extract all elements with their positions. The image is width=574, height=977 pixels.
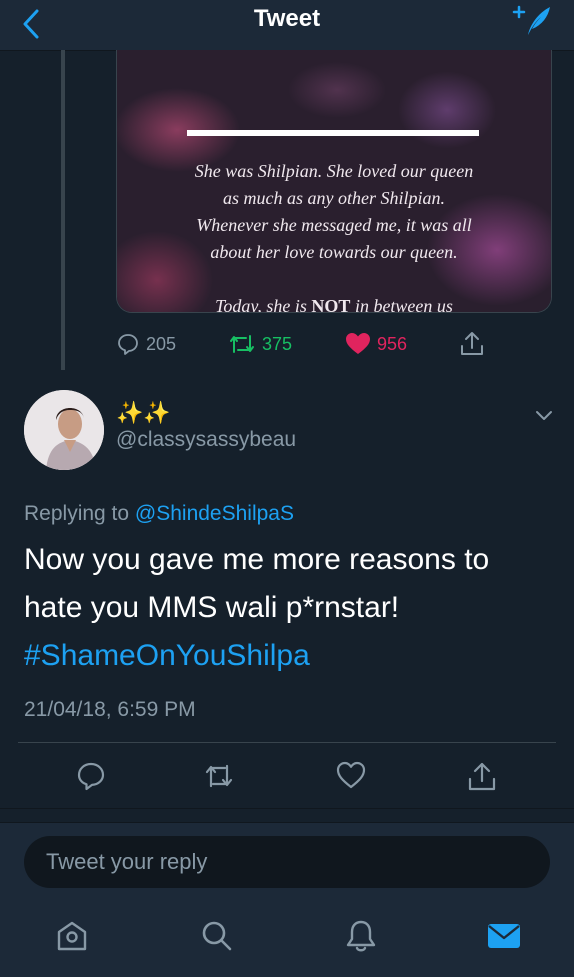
- image-tail-suffix: in between us: [350, 296, 453, 313]
- image-text-line: Whenever she messaged me, it was all: [196, 215, 472, 235]
- image-text-line: She was Shilpian. She loved our queen: [194, 161, 474, 181]
- divider: [0, 808, 574, 809]
- username-handle[interactable]: @classysassybeau: [116, 428, 296, 452]
- tweet-timestamp: 21/04/18, 6:59 PM: [24, 698, 196, 721]
- share-icon[interactable]: [459, 330, 485, 358]
- image-tail-bold: NOT: [311, 296, 351, 313]
- image-text: She was Shilpian. She loved our queen as…: [147, 158, 521, 266]
- display-name[interactable]: ✨✨: [116, 398, 171, 428]
- reply-icon: [118, 334, 138, 355]
- page-title: Tweet: [253, 5, 321, 32]
- retweet-icon: [230, 335, 254, 353]
- tweet-text: Now you gave me more reasons to hate you…: [24, 536, 544, 680]
- image-divider-bar: [187, 130, 479, 136]
- image-text-line: about her love towards our queen.: [210, 242, 458, 262]
- reply-count-button[interactable]: 205: [116, 330, 176, 358]
- retweet-icon[interactable]: [203, 760, 235, 792]
- image-text-line: as much as any other Shilpian.: [223, 188, 445, 208]
- messages-icon[interactable]: [486, 918, 522, 954]
- tweet-image[interactable]: She was Shilpian. She loved our queen as…: [116, 50, 552, 313]
- compose-feather-icon[interactable]: [508, 3, 556, 39]
- reply-count: 205: [146, 333, 177, 354]
- like-count-button[interactable]: 956: [345, 330, 407, 358]
- heart-filled-icon: [346, 333, 370, 354]
- replying-label: Replying to: [24, 502, 135, 525]
- reply-input[interactable]: [24, 836, 550, 888]
- home-icon[interactable]: [54, 918, 90, 954]
- chevron-down-icon[interactable]: [533, 406, 555, 424]
- share-icon[interactable]: [466, 760, 498, 792]
- like-count: 956: [377, 333, 408, 354]
- heart-icon[interactable]: [335, 760, 367, 792]
- divider: [18, 742, 556, 743]
- reply-icon[interactable]: [75, 760, 107, 792]
- thread-line: [61, 50, 65, 370]
- retweet-count: 375: [262, 333, 293, 354]
- avatar-image: [24, 390, 104, 470]
- tweet-text-line: Now you gave me more reasons to: [24, 543, 490, 576]
- avatar[interactable]: [24, 390, 104, 470]
- mention-link[interactable]: @ShindeShilpaS: [135, 502, 294, 525]
- image-text-tail: Today, she is NOT in between us: [147, 296, 521, 313]
- tweet-text-line: hate you MMS wali p*rnstar!: [24, 591, 400, 624]
- retweet-count-button[interactable]: 375: [228, 330, 292, 358]
- bell-icon[interactable]: [343, 918, 379, 954]
- search-icon[interactable]: [199, 918, 235, 954]
- hashtag-link[interactable]: #ShameOnYouShilpa: [24, 632, 544, 680]
- image-tail-prefix: Today, she is: [215, 296, 312, 313]
- replying-to: Replying to @ShindeShilpaS: [24, 502, 294, 526]
